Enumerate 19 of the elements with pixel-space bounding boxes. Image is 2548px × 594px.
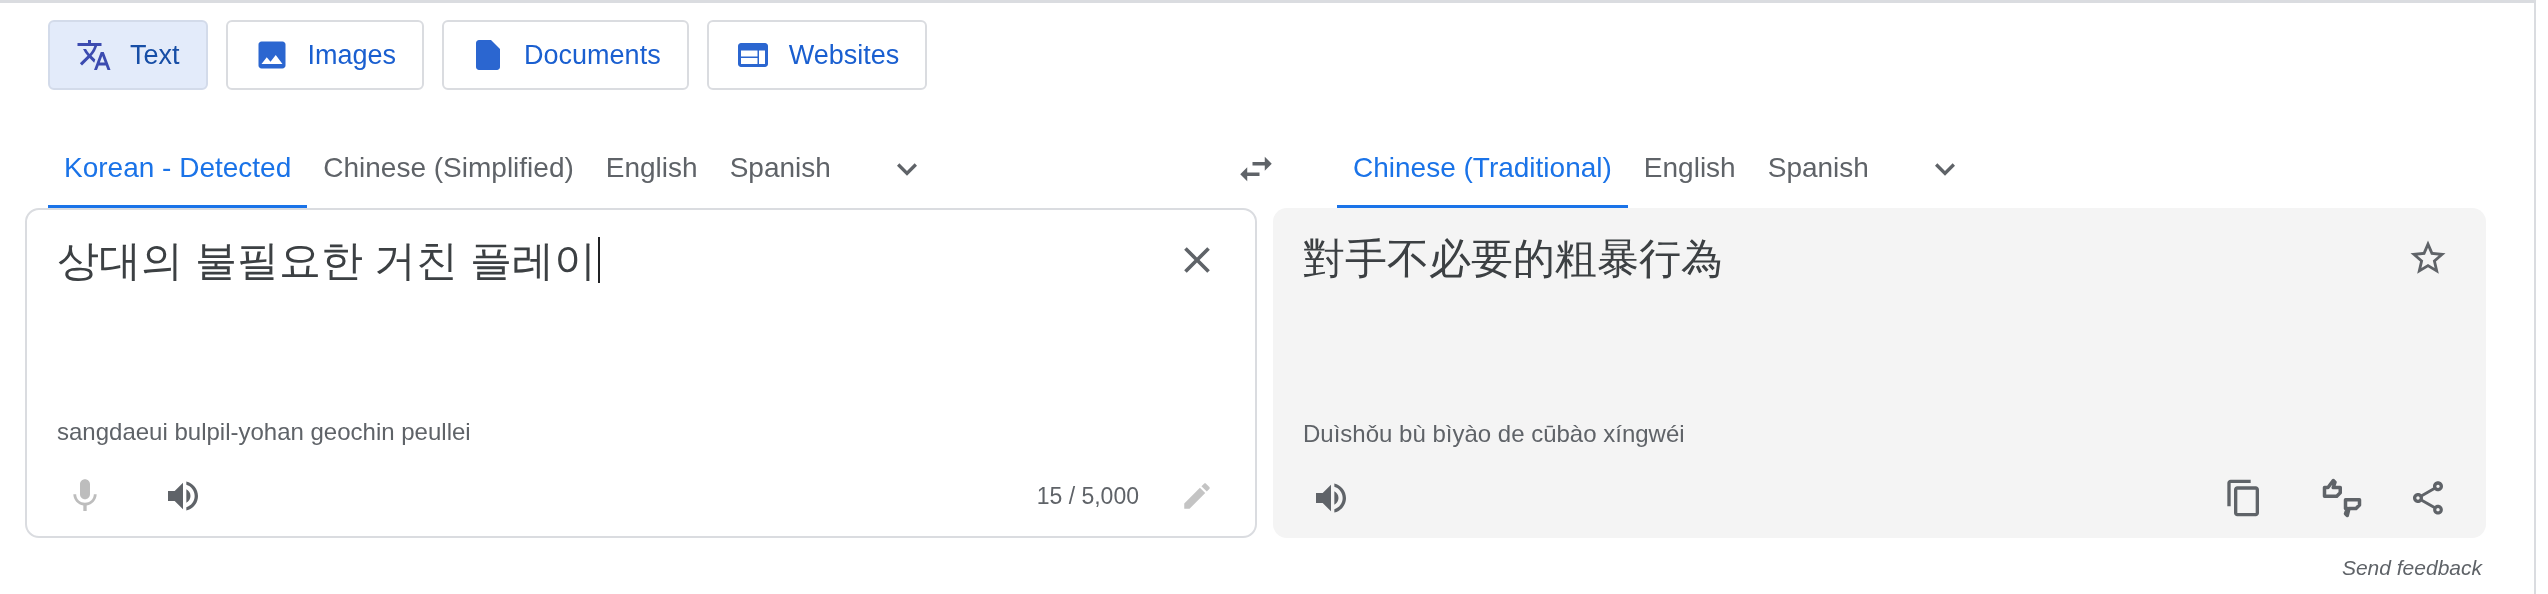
language-tab[interactable]: Spanish bbox=[1751, 130, 1885, 208]
mode-button[interactable]: Websites bbox=[706, 20, 928, 90]
translated-text: 對手不必要的粗暴行為 bbox=[1303, 233, 1723, 284]
romanization: sangdaeui bulpil-yohan geochin peullei bbox=[57, 417, 472, 447]
text-cursor bbox=[598, 237, 600, 283]
send-feedback-link[interactable]: Send feedback bbox=[2341, 552, 2482, 584]
language-tab[interactable]: Korean - Detected bbox=[48, 130, 308, 208]
language-tab[interactable]: English bbox=[1627, 130, 1752, 208]
translate-icon bbox=[76, 37, 112, 73]
language-tab[interactable]: English bbox=[589, 130, 714, 208]
mode-button[interactable]: Documents bbox=[442, 20, 689, 90]
thumbs-up-down-icon bbox=[2321, 477, 2363, 519]
mode-button[interactable]: Text bbox=[48, 20, 208, 90]
language-tab[interactable]: Chinese (Simplified) bbox=[307, 130, 590, 208]
character-count: 15 / 5,000 bbox=[1036, 481, 1139, 511]
language-tab[interactable]: Spanish bbox=[713, 130, 847, 208]
romanization: Duìshǒu bù bìyào de cūbào xíngwéi bbox=[1303, 419, 1686, 449]
source-text[interactable]: 상대의 불필요한 거친 플레이 bbox=[57, 228, 596, 292]
mode-button[interactable]: Images bbox=[225, 20, 425, 90]
